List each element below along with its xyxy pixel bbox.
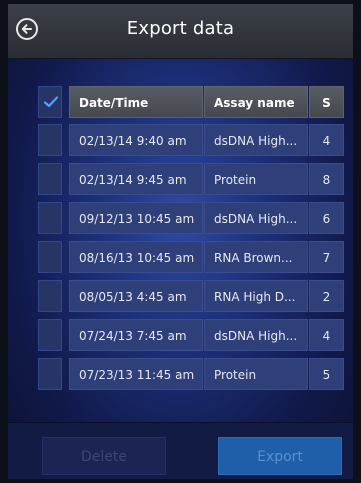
table-row[interactable]: 07/24/13 7:45 am dsDNA High... 4: [38, 319, 344, 351]
row-checkbox[interactable]: [38, 202, 62, 234]
sample-cell: 2: [309, 280, 344, 312]
table-header-row: Date/Time Assay name S: [38, 86, 344, 118]
row-checkbox[interactable]: [38, 241, 62, 273]
date-cell: 02/13/14 9:40 am: [69, 124, 203, 156]
export-button[interactable]: Export: [218, 437, 342, 475]
date-cell: 07/24/13 7:45 am: [69, 319, 203, 351]
assay-cell: dsDNA High...: [204, 202, 308, 234]
select-all-checkbox[interactable]: [38, 86, 62, 118]
column-header-date: Date/Time: [69, 86, 203, 118]
assay-cell: dsDNA High...: [204, 319, 308, 351]
assay-cell: Protein: [204, 358, 308, 390]
sample-cell: 5: [309, 358, 344, 390]
sample-cell: 7: [309, 241, 344, 273]
row-checkbox[interactable]: [38, 319, 62, 351]
table-row[interactable]: 09/12/13 10:45 am dsDNA High... 6: [38, 202, 344, 234]
table-row[interactable]: 07/23/13 11:45 am Protein 5: [38, 358, 344, 390]
sample-cell: 4: [309, 124, 344, 156]
date-cell: 07/23/13 11:45 am: [69, 358, 203, 390]
row-checkbox[interactable]: [38, 280, 62, 312]
table-row[interactable]: 08/16/13 10:45 am RNA Brown... 7: [38, 241, 344, 273]
delete-button[interactable]: Delete: [42, 437, 166, 475]
row-checkbox[interactable]: [38, 163, 62, 195]
assay-cell: RNA High D...: [204, 280, 308, 312]
row-checkbox[interactable]: [38, 124, 62, 156]
date-cell: 08/16/13 10:45 am: [69, 241, 203, 273]
assay-cell: dsDNA High...: [204, 124, 308, 156]
checkmark-icon: [43, 96, 59, 108]
row-checkbox[interactable]: [38, 358, 62, 390]
date-cell: 02/13/14 9:45 am: [69, 163, 203, 195]
date-cell: 08/05/13 4:45 am: [69, 280, 203, 312]
sample-cell: 6: [309, 202, 344, 234]
table-row[interactable]: 02/13/14 9:40 am dsDNA High... 4: [38, 124, 344, 156]
date-cell: 09/12/13 10:45 am: [69, 202, 203, 234]
header-bar: Export data: [8, 4, 353, 59]
column-header-assay: Assay name: [204, 86, 308, 118]
assay-cell: RNA Brown...: [204, 241, 308, 273]
table-row[interactable]: 08/05/13 4:45 am RNA High D... 2: [38, 280, 344, 312]
footer-bar: Delete Export: [8, 422, 353, 479]
table-row[interactable]: 02/13/14 9:45 am Protein 8: [38, 163, 344, 195]
page-title: Export data: [126, 18, 235, 39]
export-data-screen: Export data Date/Time Assay name S 02/13/14…: [8, 4, 353, 479]
sample-cell: 8: [309, 163, 344, 195]
column-header-sample: S: [309, 86, 344, 118]
assay-cell: Protein: [204, 163, 308, 195]
sample-cell: 4: [309, 319, 344, 351]
